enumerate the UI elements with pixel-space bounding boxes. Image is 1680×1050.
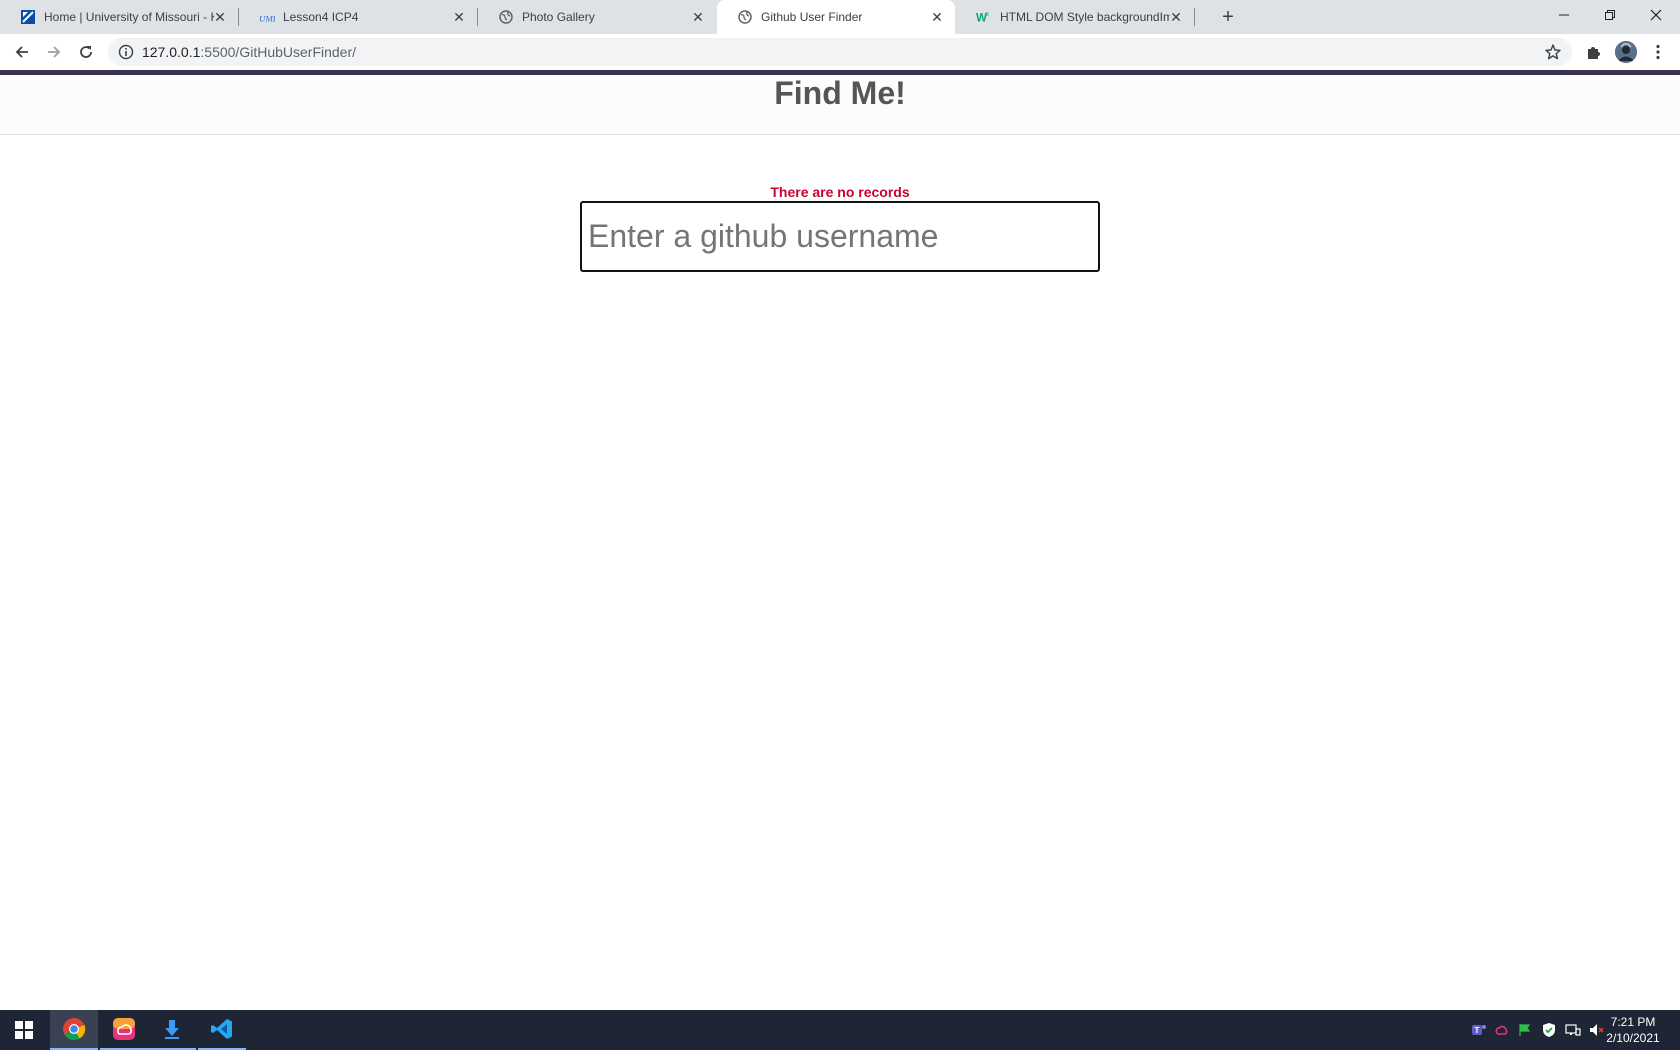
clock-time: 7:21 PM xyxy=(1610,1015,1656,1029)
svg-text:T: T xyxy=(1475,1026,1480,1035)
network-tray-icon[interactable] xyxy=(1565,1022,1581,1038)
page-title: Find Me! xyxy=(774,75,906,111)
back-button[interactable] xyxy=(10,40,34,64)
teams-tray-icon[interactable]: T xyxy=(1471,1022,1487,1038)
browser-toolbar: 127.0.0.1:5500/GitHubUserFinder/ xyxy=(0,34,1680,70)
menu-kebab-icon[interactable] xyxy=(1648,42,1668,62)
tab-w3schools[interactable]: W3 HTML DOM Style backgroundIm ✕ xyxy=(956,0,1195,34)
browser-tab-strip: Home | University of Missouri - K ✕ UMKC… xyxy=(0,0,1680,36)
minimize-button[interactable] xyxy=(1541,0,1587,30)
page-viewport: Find Me! There are no records xyxy=(0,70,1680,1010)
address-bar[interactable]: 127.0.0.1:5500/GitHubUserFinder/ xyxy=(108,38,1572,66)
umkc-logo-icon xyxy=(20,9,36,25)
url-text[interactable]: 127.0.0.1:5500/GitHubUserFinder/ xyxy=(142,45,356,60)
new-tab-button[interactable]: + xyxy=(1216,6,1240,28)
no-records-message: There are no records xyxy=(770,184,910,200)
tab-title: Home | University of Missouri - K xyxy=(44,10,214,24)
globe-icon xyxy=(498,9,514,25)
url-path: :5500/GitHubUserFinder/ xyxy=(200,44,357,60)
tab-photo-gallery[interactable]: Photo Gallery ✕ xyxy=(478,0,716,34)
tab-separator xyxy=(1194,8,1195,26)
close-tab-icon[interactable]: ✕ xyxy=(451,9,467,25)
close-tab-icon[interactable]: ✕ xyxy=(929,9,945,25)
reload-button[interactable] xyxy=(74,40,98,64)
creative-cloud-icon xyxy=(113,1018,135,1040)
github-username-input[interactable] xyxy=(580,201,1100,272)
taskbar-creative-cloud[interactable] xyxy=(100,1010,148,1050)
system-clock[interactable]: 7:21 PM 2/10/2021 xyxy=(1600,1014,1666,1046)
clock-date: 2/10/2021 xyxy=(1606,1031,1660,1045)
w3schools-icon: W3 xyxy=(976,9,992,25)
taskbar-vscode[interactable] xyxy=(198,1010,246,1050)
tab-umkc-home[interactable]: Home | University of Missouri - K ✕ xyxy=(0,0,239,34)
forward-arrow-icon xyxy=(48,46,61,58)
reload-icon xyxy=(80,46,92,58)
umkc-text-icon: UMKC xyxy=(259,9,275,25)
download-icon xyxy=(165,1020,179,1039)
tab-title: Photo Gallery xyxy=(522,10,595,24)
chrome-icon xyxy=(63,1018,86,1040)
profile-avatar[interactable] xyxy=(1615,41,1637,63)
restore-button[interactable] xyxy=(1587,0,1633,30)
bookmark-star-icon[interactable] xyxy=(1544,43,1562,61)
close-window-button[interactable] xyxy=(1633,0,1679,30)
back-arrow-icon xyxy=(15,46,28,58)
taskbar-chrome[interactable] xyxy=(50,1010,98,1050)
vscode-icon xyxy=(211,1019,232,1039)
creative-cloud-tray-icon[interactable] xyxy=(1494,1022,1510,1038)
close-tab-icon[interactable]: ✕ xyxy=(1168,9,1184,25)
flag-tray-icon[interactable] xyxy=(1517,1022,1533,1038)
tab-title: Lesson4 ICP4 xyxy=(283,10,359,24)
windows-logo-icon xyxy=(15,1021,33,1039)
tab-title: HTML DOM Style backgroundIm xyxy=(1000,10,1170,24)
windows-taskbar: T 7:21 PM 2/10/2021 xyxy=(0,1010,1680,1050)
close-tab-icon[interactable]: ✕ xyxy=(690,9,706,25)
tab-lesson4[interactable]: UMKC Lesson4 ICP4 ✕ xyxy=(239,0,478,34)
extensions-puzzle-icon[interactable] xyxy=(1584,42,1604,62)
svg-text:3: 3 xyxy=(986,12,989,18)
tab-github-user-finder[interactable]: Github User Finder ✕ xyxy=(717,0,955,36)
globe-icon xyxy=(737,9,753,25)
url-host: 127.0.0.1 xyxy=(142,44,201,60)
taskbar-downloads[interactable] xyxy=(148,1010,196,1050)
info-icon[interactable] xyxy=(118,44,134,60)
svg-text:UMKC: UMKC xyxy=(259,13,275,23)
forward-button[interactable] xyxy=(42,40,66,64)
tab-title: Github User Finder xyxy=(761,10,863,24)
close-tab-icon[interactable]: ✕ xyxy=(212,9,228,25)
start-button[interactable] xyxy=(0,1010,48,1050)
security-shield-tray-icon[interactable] xyxy=(1541,1022,1557,1038)
page-header: Find Me! xyxy=(0,75,1680,135)
